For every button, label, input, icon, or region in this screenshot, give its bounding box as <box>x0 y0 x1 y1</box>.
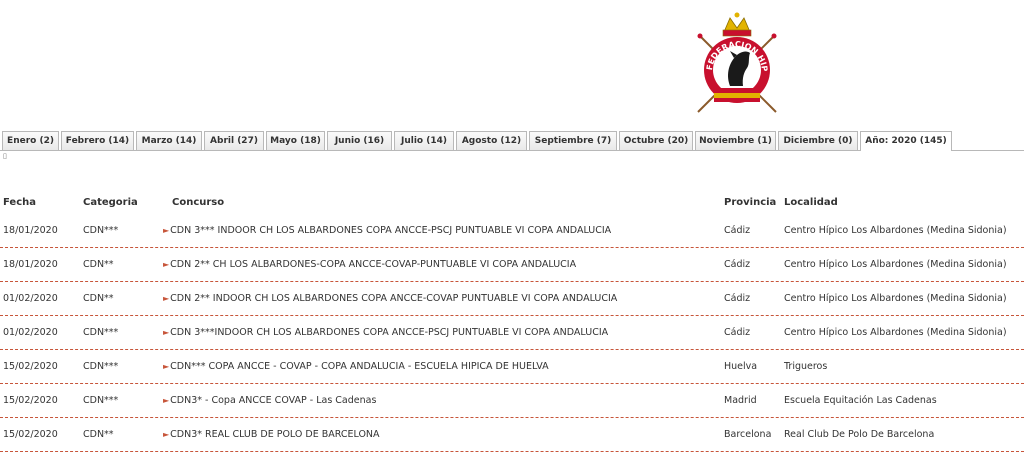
tab-noviembre[interactable]: Noviembre (1) <box>695 131 776 150</box>
tab-diciembre[interactable]: Diciembre (0) <box>778 131 858 150</box>
header-provincia[interactable]: Provincia <box>724 197 776 208</box>
tab-enero[interactable]: Enero (2) <box>2 131 59 150</box>
cell-localidad: Centro Hípico Los Albardones (Medina Sid… <box>784 326 1007 338</box>
cell-fecha: 15/02/2020 <box>3 361 58 372</box>
cell-provincia: Huelva <box>724 361 758 372</box>
cell-localidad: Escuela Equitación Las Cadenas <box>784 394 937 406</box>
header-localidad[interactable]: Localidad <box>784 197 838 208</box>
federation-logo: FEDERACION HIPICA ESPAÑOLA <box>690 6 784 116</box>
cell-categoria: CDN*** <box>83 225 119 236</box>
cell-fecha: 01/02/2020 <box>3 293 58 304</box>
tab-year-2020[interactable]: Año: 2020 (145) <box>860 131 952 151</box>
cell-concurso: ► CDN 2** CH LOS ALBARDONES-COPA ANCCE-CO… <box>163 248 723 281</box>
tab-julio[interactable]: Julio (14) <box>394 131 454 150</box>
table-row: 01/02/2020 CDN*** ► CDN 3***INDOOR CH LOS… <box>0 316 1024 350</box>
arrow-icon: ► <box>163 362 170 371</box>
cell-provincia: Cádiz <box>724 259 751 270</box>
arrow-icon: ► <box>163 396 170 405</box>
concurso-link[interactable]: CDN 3***INDOOR CH LOS ALBARDONES COPA AN… <box>170 327 608 338</box>
tab-marzo[interactable]: Marzo (14) <box>136 131 202 150</box>
cell-categoria: CDN** <box>83 429 114 440</box>
cell-localidad: Real Club De Polo De Barcelona <box>784 428 935 440</box>
header-fecha[interactable]: Fecha <box>3 197 36 208</box>
month-tabs: Enero (2) Febrero (14) Marzo (14) Abril … <box>0 131 1024 151</box>
cell-concurso: ► CDN3* - Copa ANCCE COVAP - Las Cadenas <box>163 384 723 417</box>
tab-mayo[interactable]: Mayo (18) <box>266 131 325 150</box>
concurso-link[interactable]: CDN3* - Copa ANCCE COVAP - Las Cadenas <box>170 395 376 406</box>
concurso-link[interactable]: CDN 3*** INDOOR CH LOS ALBARDONES COPA A… <box>170 225 611 236</box>
cell-localidad: Centro Hípico Los Albardones (Medina Sid… <box>784 224 1007 236</box>
events-table: Fecha Categoria Concurso Provincia Local… <box>0 192 1024 452</box>
tab-septiembre[interactable]: Septiembre (7) <box>529 131 617 150</box>
cell-provincia: Cádiz <box>724 225 751 236</box>
concurso-link[interactable]: CDN 2** INDOOR CH LOS ALBARDONES COPA AN… <box>170 293 617 304</box>
arrow-icon: ► <box>163 226 170 235</box>
cell-categoria: CDN*** <box>83 395 119 406</box>
cell-provincia: Madrid <box>724 395 757 406</box>
table-row: 15/02/2020 CDN** ► CDN3* REAL CLUB DE POL… <box>0 418 1024 452</box>
tab-febrero[interactable]: Febrero (14) <box>61 131 134 150</box>
cell-categoria: CDN*** <box>83 327 119 338</box>
tab-junio[interactable]: Junio (16) <box>327 131 392 150</box>
table-row: 01/02/2020 CDN** ► CDN 2** INDOOR CH LOS … <box>0 282 1024 316</box>
cell-localidad: Trigueros <box>784 360 828 372</box>
arrow-icon: ► <box>163 430 170 439</box>
cell-concurso: ► CDN 3***INDOOR CH LOS ALBARDONES COPA A… <box>163 316 723 349</box>
tab-octubre[interactable]: Octubre (20) <box>619 131 693 150</box>
placeholder-glyph: ▯ <box>3 152 7 160</box>
arrow-icon: ► <box>163 260 170 269</box>
cell-provincia: Cádiz <box>724 293 751 304</box>
table-row: 15/02/2020 CDN*** ► CDN3* - Copa ANCCE CO… <box>0 384 1024 418</box>
cell-provincia: Barcelona <box>724 429 772 440</box>
concurso-link[interactable]: CDN3* REAL CLUB DE POLO DE BARCELONA <box>170 429 379 440</box>
cell-provincia: Cádiz <box>724 327 751 338</box>
cell-categoria: CDN*** <box>83 361 119 372</box>
cell-localidad: Centro Hípico Los Albardones (Medina Sid… <box>784 258 1007 270</box>
cell-concurso: ► CDN 2** INDOOR CH LOS ALBARDONES COPA A… <box>163 282 723 315</box>
cell-concurso: ► CDN3* REAL CLUB DE POLO DE BARCELONA <box>163 418 723 451</box>
cell-fecha: 15/02/2020 <box>3 429 58 440</box>
header-categoria[interactable]: Categoria <box>83 197 138 208</box>
cell-fecha: 01/02/2020 <box>3 327 58 338</box>
cell-localidad: Centro Hípico Los Albardones (Medina Sid… <box>784 292 1007 304</box>
table-row: 18/01/2020 CDN** ► CDN 2** CH LOS ALBARDO… <box>0 248 1024 282</box>
cell-fecha: 18/01/2020 <box>3 259 58 270</box>
concurso-link[interactable]: CDN 2** CH LOS ALBARDONES-COPA ANCCE-COV… <box>170 259 576 270</box>
arrow-icon: ► <box>163 294 170 303</box>
header-concurso[interactable]: Concurso <box>172 197 224 208</box>
cell-categoria: CDN** <box>83 293 114 304</box>
table-row: 15/02/2020 CDN*** ► CDN*** COPA ANCCE - C… <box>0 350 1024 384</box>
arrow-icon: ► <box>163 328 170 337</box>
cell-fecha: 18/01/2020 <box>3 225 58 236</box>
concurso-link[interactable]: CDN*** COPA ANCCE - COVAP - COPA ANDALUC… <box>170 361 548 372</box>
table-row: 18/01/2020 CDN*** ► CDN 3*** INDOOR CH LO… <box>0 214 1024 248</box>
cell-concurso: ► CDN*** COPA ANCCE - COVAP - COPA ANDALU… <box>163 350 723 383</box>
tab-abril[interactable]: Abril (27) <box>204 131 264 150</box>
cell-fecha: 15/02/2020 <box>3 395 58 406</box>
cell-categoria: CDN** <box>83 259 114 270</box>
cell-concurso: ► CDN 3*** INDOOR CH LOS ALBARDONES COPA … <box>163 214 723 247</box>
tab-agosto[interactable]: Agosto (12) <box>456 131 527 150</box>
table-header: Fecha Categoria Concurso Provincia Local… <box>0 192 1024 214</box>
